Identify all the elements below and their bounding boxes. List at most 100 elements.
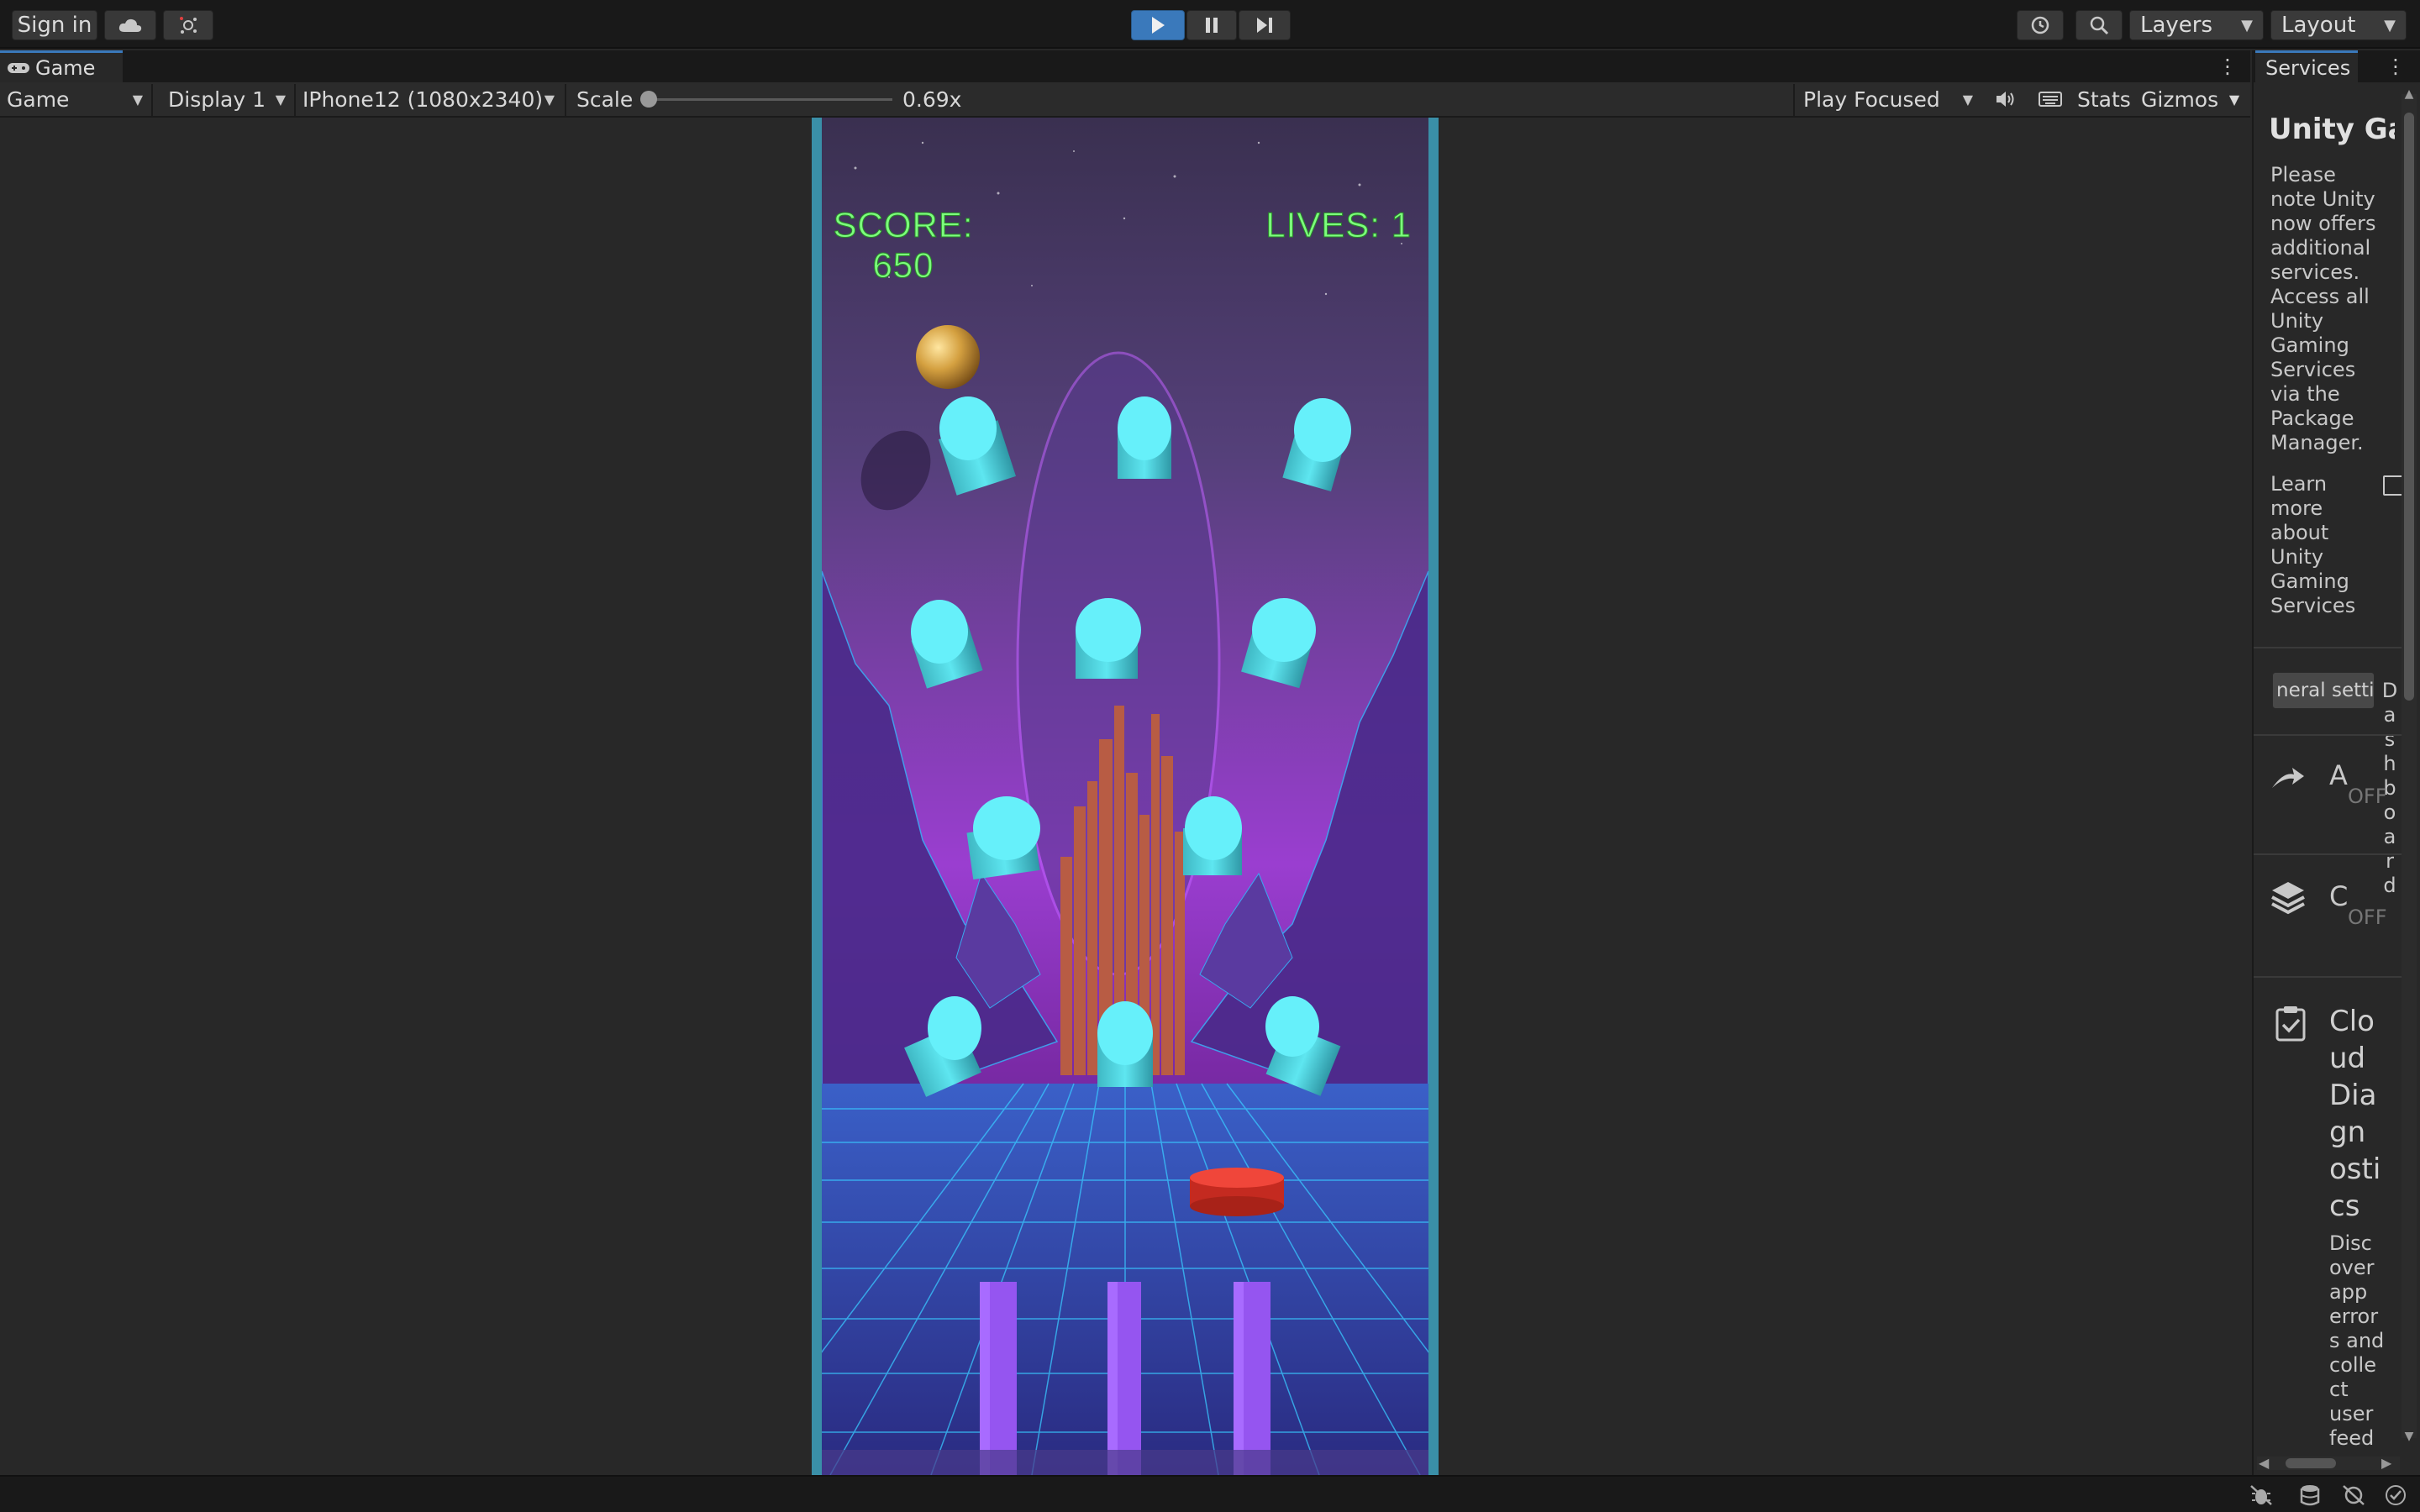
diagnostics-desc-line: colle — [2329, 1353, 2376, 1377]
diagnostics-desc-line: over — [2329, 1256, 2375, 1279]
keyboard-shortcuts-button[interactable] — [2032, 82, 2069, 116]
play-button[interactable] — [1131, 10, 1185, 40]
horizontal-scroll-thumb[interactable] — [2286, 1458, 2336, 1468]
diagnostics-title-line: ud — [2329, 1042, 2366, 1075]
dashboard-letter: a — [2383, 703, 2396, 727]
notice-line: now offers — [2270, 212, 2376, 235]
tab-game[interactable]: Game — [0, 50, 123, 82]
sign-in-button[interactable]: Sign in — [12, 10, 97, 40]
golden-ball — [916, 325, 980, 389]
ads-service-label: A — [2329, 759, 2348, 791]
pause-icon — [1206, 18, 1218, 33]
notice-line: services. — [2270, 260, 2360, 284]
auto-generate-lighting-icon[interactable] — [2341, 1483, 2366, 1507]
history-button[interactable] — [2017, 10, 2064, 40]
chevron-down-icon: ▼ — [2241, 16, 2253, 34]
view-mode-label: Game — [7, 87, 70, 112]
game-scene — [822, 118, 1428, 1475]
step-button[interactable] — [1239, 10, 1291, 40]
status-bar — [0, 1475, 2420, 1512]
game-tab-bar — [0, 50, 2250, 82]
history-icon — [2031, 16, 2049, 34]
score-label: SCORE: — [833, 205, 974, 245]
scroll-left-icon[interactable]: ◀ — [2259, 1455, 2269, 1471]
score-value: 650 — [872, 245, 934, 286]
diagnostics-desc-line: error — [2329, 1305, 2379, 1328]
clipboard-check-icon — [2274, 1005, 2307, 1042]
chevron-down-icon: ▼ — [132, 91, 143, 108]
layers-dropdown[interactable]: Layers ▼ — [2129, 10, 2264, 40]
tab-services[interactable]: Services — [2255, 50, 2358, 82]
notice-line: additional — [2270, 236, 2371, 260]
chevron-down-icon: ▼ — [1962, 91, 1973, 108]
debug-icon[interactable] — [2249, 1483, 2274, 1507]
resolution-label: IPhone12 (1080x2340) — [302, 87, 544, 112]
display-dropdown[interactable]: Display 1 ▼ — [155, 82, 294, 116]
notice-line: Please — [2270, 163, 2336, 186]
notice-line: Services — [2270, 358, 2356, 381]
learn-more-line: Unity — [2270, 545, 2324, 569]
layout-dropdown[interactable]: Layout ▼ — [2270, 10, 2407, 40]
resolution-dropdown[interactable]: IPhone12 (1080x2340) ▼ — [297, 82, 563, 116]
learn-more-line: Learn — [2270, 472, 2328, 496]
game-screen[interactable] — [822, 118, 1428, 1475]
gizmos-button[interactable]: Gizmos — [2141, 82, 2218, 116]
learn-more-line: more — [2270, 496, 2323, 520]
stats-button[interactable]: Stats — [2077, 82, 2131, 116]
scroll-down-icon[interactable]: ▼ — [2402, 1430, 2417, 1445]
scroll-up-icon[interactable]: ▲ — [2402, 87, 2417, 102]
audio-mute-button[interactable] — [1988, 82, 2022, 116]
search-button[interactable] — [2075, 10, 2123, 40]
diagnostics-desc-line: feed — [2329, 1426, 2375, 1450]
learn-more-line: Gaming — [2270, 570, 2349, 593]
speaker-icon — [1996, 92, 2014, 107]
progress-check-icon[interactable] — [2383, 1483, 2408, 1507]
gizmos-dropdown-icon[interactable]: ▼ — [2222, 82, 2247, 116]
red-paddle — [1190, 1168, 1284, 1216]
divider — [2254, 734, 2402, 736]
cloud-icon[interactable] — [104, 10, 156, 40]
chevron-down-icon: ▼ — [544, 91, 555, 108]
play-icon — [1152, 17, 1165, 34]
score-hud: SCORE: 650 — [832, 205, 975, 286]
scale-slider-track[interactable] — [640, 98, 892, 101]
display-label: Display 1 — [168, 87, 266, 112]
dashboard-letter: h — [2383, 752, 2396, 775]
diagnostics-desc-line: user — [2329, 1402, 2374, 1425]
lives-hud: LIVES: 1 — [1265, 205, 1412, 245]
ads-status[interactable]: OFF — [2348, 785, 2387, 808]
external-link-icon[interactable] — [2383, 475, 2403, 496]
services-title: Unity Ga — [2269, 113, 2395, 146]
diagnostics-title-line: gn — [2329, 1116, 2366, 1149]
notice-line: Access all — [2270, 285, 2370, 308]
layers-label: Layers — [2140, 13, 2213, 38]
general-settings-button[interactable]: neral settin — [2272, 672, 2375, 709]
notice-line: Package — [2270, 407, 2354, 430]
cloud-build-icon — [2269, 879, 2307, 917]
divider — [2254, 853, 2402, 855]
collab-icon[interactable] — [163, 10, 213, 40]
diagnostics-title-line: Dia — [2329, 1079, 2377, 1112]
scale-value: 0.69x — [902, 87, 962, 112]
cache-server-icon[interactable] — [2297, 1483, 2323, 1507]
bottom-floor-edge — [822, 1450, 1428, 1475]
diagnostics-desc-line: app — [2329, 1280, 2368, 1304]
scroll-right-icon[interactable]: ▶ — [2381, 1455, 2391, 1471]
view-mode-dropdown[interactable]: Game ▼ — [0, 82, 151, 116]
cloud-build-label: C — [2329, 880, 2349, 912]
diagnostics-desc-line: ct — [2329, 1378, 2349, 1401]
services-menu-icon[interactable]: ⋮ — [2383, 54, 2408, 79]
cloud-build-status[interactable]: OFF — [2348, 906, 2387, 929]
diagnostics-desc-line: s and — [2329, 1329, 2385, 1352]
pause-button[interactable] — [1186, 10, 1237, 40]
scale-slider-handle[interactable] — [640, 91, 657, 108]
diagnostics-desc-line: Disc — [2329, 1231, 2372, 1255]
vertical-scroll-thumb[interactable] — [2404, 113, 2414, 701]
kebab-menu-icon[interactable]: ⋮ — [2215, 54, 2240, 79]
dashboard-letter: a — [2383, 825, 2396, 848]
play-mode-dropdown[interactable]: Play Focused ▼ — [1795, 82, 1981, 116]
tab-game-label: Game — [35, 55, 96, 80]
dashboard-letter: s — [2384, 727, 2396, 751]
chevron-down-icon: ▼ — [275, 91, 286, 108]
learn-more-link[interactable]: Learn more about Unity Gaming Services — [2270, 472, 2363, 618]
